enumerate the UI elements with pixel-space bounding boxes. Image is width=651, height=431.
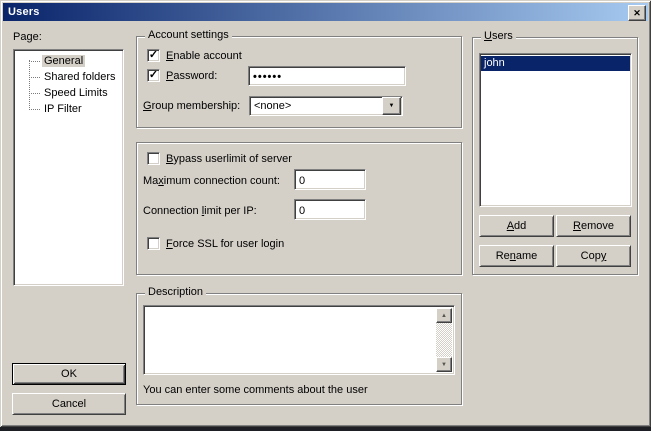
bypass-userlimit-label[interactable]: Bypass userlimit of server	[166, 153, 292, 165]
description-title: Description	[145, 286, 206, 298]
group-membership-value: <none>	[250, 100, 381, 112]
users-dialog: Users ✕ Page: General Shared folders Spe…	[0, 0, 651, 427]
force-ssl-label[interactable]: Force SSL for user login	[166, 238, 284, 250]
force-ssl-checkbox[interactable]	[147, 237, 160, 250]
connection-limit-per-ip-input[interactable]	[294, 199, 366, 220]
title-bar: Users ✕	[3, 3, 648, 21]
description-scrollbar[interactable]: ▲ ▼	[436, 308, 452, 372]
group-membership-label: Group membership:	[143, 100, 240, 112]
ok-button[interactable]: OK	[12, 363, 126, 385]
enable-account-checkbox[interactable]: ✓	[147, 49, 160, 62]
tree-item-shared-folders[interactable]: Shared folders	[16, 69, 121, 85]
description-textarea[interactable]: ▲ ▼	[143, 305, 455, 375]
user-list-item-john[interactable]: john	[481, 56, 630, 71]
chevron-down-icon[interactable]: ▼	[382, 97, 401, 115]
remove-user-button[interactable]: Remove	[556, 215, 631, 237]
users-group-title: Users	[481, 30, 516, 42]
close-icon: ✕	[633, 9, 641, 18]
group-membership-select[interactable]: <none> ▼	[249, 96, 403, 116]
rename-user-button[interactable]: Rename	[479, 245, 554, 267]
password-input[interactable]	[248, 66, 406, 86]
close-button[interactable]: ✕	[628, 5, 646, 21]
tree-item-speed-limits[interactable]: Speed Limits	[16, 85, 121, 101]
copy-user-button[interactable]: Copy	[556, 245, 631, 267]
scroll-up-icon[interactable]: ▲	[436, 308, 452, 323]
tree-item-general[interactable]: General	[16, 53, 121, 69]
check-icon: ✓	[149, 70, 158, 81]
enable-account-label[interactable]: Enable account	[166, 50, 242, 62]
max-connection-count-input[interactable]	[294, 169, 366, 190]
tree-item-ip-filter[interactable]: IP Filter	[16, 101, 121, 117]
bypass-userlimit-checkbox[interactable]	[147, 152, 160, 165]
add-user-button[interactable]: Add	[479, 215, 554, 237]
window-title: Users	[8, 6, 40, 18]
description-hint: You can enter some comments about the us…	[143, 384, 368, 396]
cancel-button[interactable]: Cancel	[12, 393, 126, 415]
account-settings-title: Account settings	[145, 29, 232, 41]
check-icon: ✓	[149, 50, 158, 61]
page-label: Page:	[13, 31, 42, 43]
max-connection-count-label: Maximum connection count:	[143, 175, 280, 187]
desktop-background-strip	[0, 427, 651, 431]
users-listbox[interactable]: john	[479, 53, 632, 207]
scroll-down-icon[interactable]: ▼	[436, 357, 452, 372]
password-label[interactable]: Password:	[166, 70, 217, 82]
connection-limit-per-ip-label: Connection limit per IP:	[143, 205, 257, 217]
page-tree[interactable]: General Shared folders Speed Limits IP F…	[13, 49, 124, 286]
password-checkbox[interactable]: ✓	[147, 69, 160, 82]
